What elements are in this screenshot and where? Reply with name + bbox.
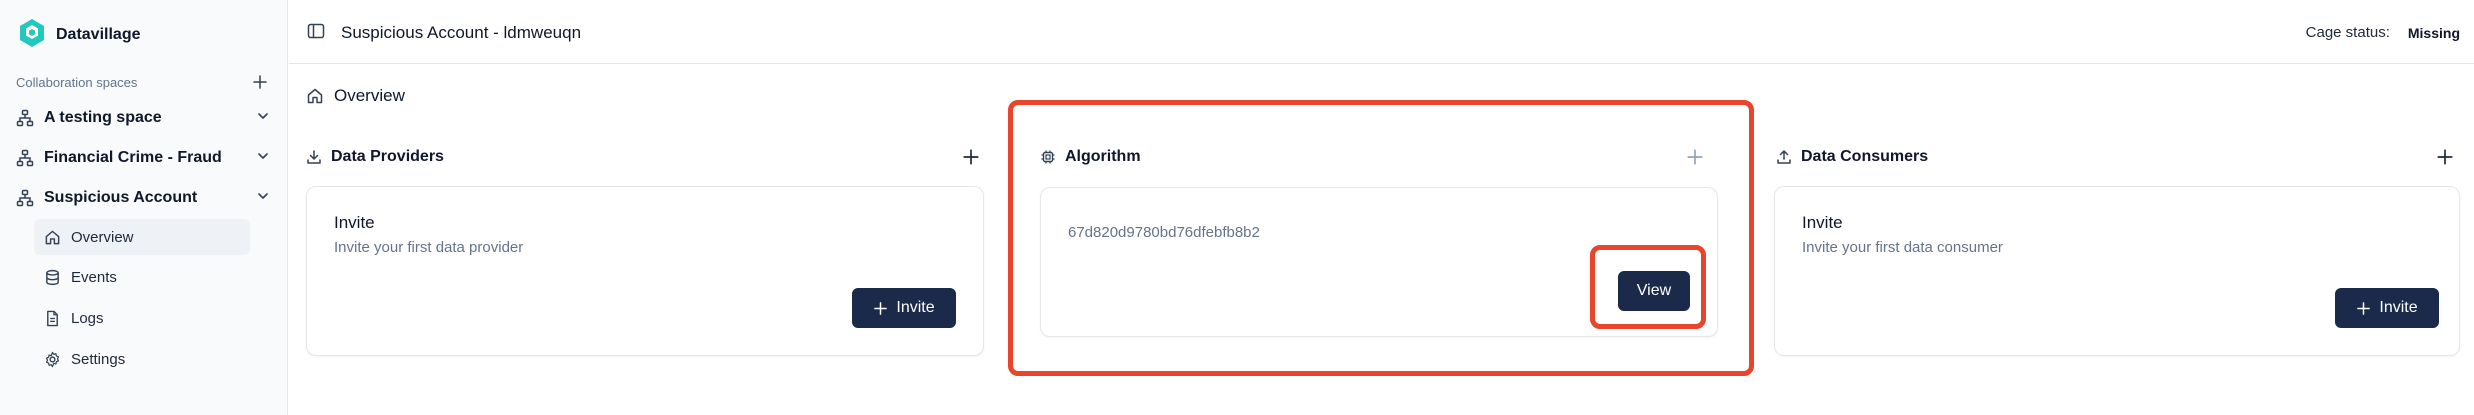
plus-icon — [963, 149, 979, 165]
plus-icon — [874, 301, 888, 315]
file-icon — [47, 310, 58, 326]
home-icon — [45, 230, 60, 244]
panel-left-icon — [307, 23, 325, 39]
space-item-suspicious-account[interactable]: Suspicious Account — [16, 183, 271, 213]
chevron-down-icon[interactable] — [255, 108, 271, 129]
upload-icon — [1777, 150, 1791, 164]
chevron-down-icon[interactable] — [255, 188, 271, 209]
sidebar-item-label: Events — [71, 268, 117, 286]
sidebar-item-label: Overview — [71, 228, 134, 246]
space-item-financial-crime-fraud[interactable]: Financial Crime - Fraud — [16, 143, 271, 173]
algorithm-header: Algorithm — [1040, 145, 1706, 169]
cage-status-label: Cage status: — [2305, 24, 2390, 41]
sidebar-item-logs[interactable]: Logs — [34, 300, 250, 336]
add-data-consumer-button[interactable] — [2434, 146, 2456, 168]
algorithm-card: 67d820d9780bd76dfebfb8b2 View — [1040, 187, 1718, 337]
plus-icon — [2357, 301, 2371, 315]
overview-title: Overview — [334, 86, 405, 105]
data-consumers-title: Data Consumers — [1801, 148, 1929, 165]
space-item-a-testing-space[interactable]: A testing space — [16, 103, 271, 133]
invite-card-title: Invite — [334, 213, 375, 232]
sidebar-item-overview[interactable]: Overview — [34, 219, 250, 255]
sidebar-item-label: Logs — [71, 309, 104, 327]
collaboration-spaces-label: Collaboration spaces — [16, 74, 138, 90]
invite-data-consumer-button[interactable]: Invite — [2335, 288, 2439, 328]
plus-icon — [1687, 149, 1703, 165]
add-space-button[interactable] — [249, 71, 271, 93]
add-data-provider-button[interactable] — [960, 146, 982, 168]
network-icon — [16, 109, 34, 127]
view-algorithm-button[interactable]: View — [1618, 271, 1690, 311]
sidebar-item-events[interactable]: Events — [34, 259, 250, 295]
download-icon — [307, 150, 321, 164]
button-label: Invite — [896, 299, 935, 316]
sidebar-item-settings[interactable]: Settings — [34, 341, 250, 377]
plus-icon — [253, 75, 267, 89]
sidebar: Datavillage Collaboration spaces A testi… — [0, 0, 288, 415]
data-consumers-card: Invite Invite your first data consumer I… — [1774, 186, 2460, 356]
top-header: Suspicious Account - ldmweuqn Cage statu… — [289, 0, 2474, 64]
algorithm-title: Algorithm — [1065, 148, 1141, 165]
cage-status: Cage status: Missing — [2306, 24, 2460, 41]
invite-card-title: Invite — [1802, 213, 1843, 232]
sidebar-item-label: Settings — [71, 350, 126, 368]
button-label: Invite — [2379, 299, 2418, 316]
chevron-down-icon[interactable] — [255, 148, 271, 169]
button-label: View — [1636, 282, 1672, 299]
space-name: A testing space — [44, 109, 162, 126]
sidebar-toggle-button[interactable] — [307, 22, 327, 42]
plus-icon — [2437, 149, 2453, 165]
invite-card-subtitle: Invite your first data consumer — [1802, 239, 2003, 256]
data-consumers-header: Data Consumers — [1776, 145, 2456, 169]
data-providers-title: Data Providers — [331, 148, 444, 165]
database-icon — [46, 269, 59, 285]
gear-icon — [45, 351, 60, 367]
data-providers-card: Invite Invite your first data provider I… — [306, 186, 984, 356]
cage-status-value: Missing — [2407, 24, 2460, 41]
space-name: Financial Crime - Fraud — [44, 149, 222, 166]
space-name: Suspicious Account — [44, 189, 198, 206]
cpu-icon — [1041, 150, 1055, 164]
network-icon — [16, 149, 34, 167]
brand[interactable]: Datavillage — [16, 17, 141, 54]
datavillage-logo-icon — [16, 17, 48, 54]
home-icon — [307, 88, 323, 104]
add-algorithm-button[interactable] — [1684, 146, 1706, 168]
data-providers-header: Data Providers — [306, 145, 982, 169]
algorithm-hash: 67d820d9780bd76dfebfb8b2 — [1068, 224, 1260, 241]
collaboration-spaces-header: Collaboration spaces — [16, 70, 271, 94]
page-title: Suspicious Account - ldmweuqn — [341, 23, 582, 42]
overview-heading: Overview — [306, 86, 405, 106]
invite-card-subtitle: Invite your first data provider — [334, 239, 524, 256]
invite-data-provider-button[interactable]: Invite — [852, 288, 956, 328]
network-icon — [16, 189, 34, 207]
brand-name: Datavillage — [56, 26, 141, 43]
